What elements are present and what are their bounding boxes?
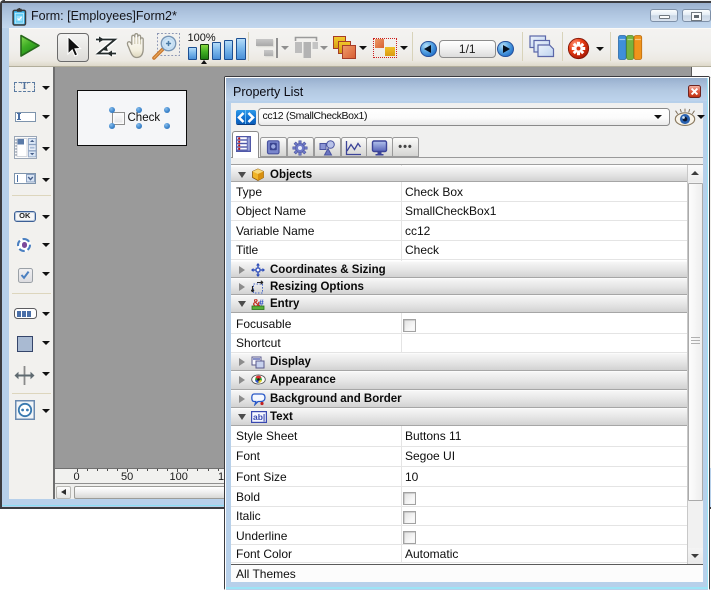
svg-text:#: # <box>259 298 264 308</box>
svg-text:ab|: ab| <box>253 412 265 422</box>
